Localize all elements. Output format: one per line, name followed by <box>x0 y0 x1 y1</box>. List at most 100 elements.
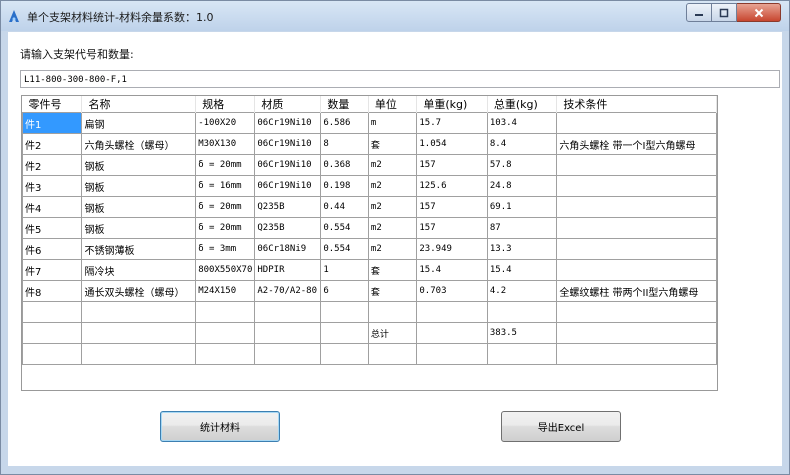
table-cell[interactable]: 1 <box>320 259 369 281</box>
table-cell[interactable]: 件1 <box>22 112 83 134</box>
table-cell[interactable]: 件5 <box>22 217 83 239</box>
table-cell[interactable]: 157 <box>416 196 488 218</box>
table-cell[interactable] <box>254 301 322 323</box>
table-cell[interactable]: δ = 20mm <box>195 196 256 218</box>
table-cell[interactable] <box>556 259 717 281</box>
table-cell[interactable]: 4.2 <box>486 280 558 302</box>
table-cell[interactable] <box>416 322 488 344</box>
table-cell[interactable]: 103.4 <box>486 112 558 134</box>
table-cell[interactable]: 0.368 <box>320 154 369 176</box>
table-row[interactable]: 件6 不锈钢薄板 δ = 3mm 06Cr18Ni9 0.554 m2 23.949 13.3 <box>22 238 717 260</box>
table-cell[interactable]: 06Cr19Ni10 <box>254 133 322 155</box>
close-button[interactable] <box>737 3 781 22</box>
table-cell[interactable]: 6.586 <box>320 112 369 134</box>
table-cell[interactable] <box>556 154 717 176</box>
table-cell[interactable]: 钢板 <box>81 154 197 176</box>
table-cell[interactable]: HDPIR <box>254 259 322 281</box>
column-header[interactable]: 单位 <box>368 96 418 113</box>
table-cell[interactable]: 125.6 <box>416 175 488 197</box>
column-header[interactable]: 材质 <box>254 96 322 113</box>
table-cell[interactable]: δ = 20mm <box>195 217 256 239</box>
table-cell[interactable]: A2-70/A2-80 <box>254 280 322 302</box>
table-cell[interactable] <box>556 301 717 323</box>
title-bar[interactable]: 单个支架材料统计-材料余量系数：1.0 <box>1 1 789 31</box>
table-cell[interactable]: 1.054 <box>416 133 488 155</box>
column-header[interactable]: 单重(kg) <box>416 96 488 113</box>
table-cell[interactable]: m2 <box>367 217 418 239</box>
table-cell[interactable]: 0.554 <box>320 217 369 239</box>
table-cell[interactable]: m2 <box>367 154 418 176</box>
table-cell[interactable] <box>81 322 197 344</box>
table-cell[interactable]: Q235B <box>254 196 322 218</box>
table-cell[interactable] <box>320 343 369 365</box>
table-row[interactable]: 件5 钢板 δ = 20mm Q235B 0.554 m2 157 87 <box>22 217 717 239</box>
table-cell[interactable]: 87 <box>486 217 558 239</box>
table-row[interactable] <box>22 343 717 365</box>
table-cell[interactable] <box>367 301 418 323</box>
table-cell[interactable]: 件2 <box>22 133 83 155</box>
table-cell[interactable]: 15.4 <box>416 259 488 281</box>
table-cell[interactable]: 件8 <box>22 280 83 302</box>
table-cell[interactable]: -100X20 <box>195 112 256 134</box>
table-cell[interactable] <box>367 343 418 365</box>
table-cell[interactable]: 0.554 <box>320 238 369 260</box>
table-cell[interactable]: 24.8 <box>486 175 558 197</box>
table-row[interactable]: 件4 钢板 δ = 20mm Q235B 0.44 m2 157 69.1 <box>22 196 717 218</box>
minimize-button[interactable] <box>686 3 712 22</box>
table-cell[interactable] <box>556 238 717 260</box>
table-cell[interactable] <box>254 322 322 344</box>
table-row[interactable]: 件2 钢板 δ = 20mm 06Cr19Ni10 0.368 m2 157 57.8 <box>22 154 717 176</box>
table-cell[interactable]: 06Cr18Ni9 <box>254 238 322 260</box>
table-cell[interactable]: 69.1 <box>486 196 558 218</box>
table-cell[interactable]: 23.949 <box>416 238 488 260</box>
table-cell[interactable]: 157 <box>416 154 488 176</box>
table-cell[interactable]: M30X130 <box>195 133 256 155</box>
table-cell[interactable]: 件7 <box>22 259 83 281</box>
table-cell[interactable]: 件2 <box>22 154 83 176</box>
export-excel-button[interactable]: 导出Excel <box>501 411 621 442</box>
table-cell[interactable]: 800X550X70 <box>195 259 256 281</box>
table-cell[interactable]: 套 <box>367 133 418 155</box>
table-cell[interactable] <box>195 322 256 344</box>
table-cell[interactable]: 06Cr19Ni10 <box>254 112 322 134</box>
table-cell[interactable] <box>22 343 83 365</box>
table-cell[interactable] <box>556 322 717 344</box>
table-cell[interactable] <box>556 112 717 134</box>
table-cell[interactable]: 总计 <box>367 322 418 344</box>
table-cell[interactable]: 13.3 <box>486 238 558 260</box>
table-cell[interactable]: 六角头螺栓（螺母） <box>81 133 197 155</box>
table-cell[interactable]: 通长双头螺栓（螺母） <box>81 280 197 302</box>
table-row[interactable]: 总计 383.5 <box>22 322 717 344</box>
table-cell[interactable] <box>81 301 197 323</box>
column-header[interactable]: 技术条件 <box>556 96 717 113</box>
table-cell[interactable]: 套 <box>367 280 418 302</box>
table-cell[interactable]: 57.8 <box>486 154 558 176</box>
table-cell[interactable]: Q235B <box>254 217 322 239</box>
table-row[interactable]: 件1 扁钢 -100X20 06Cr19Ni10 6.586 m 15.7 103.4 <box>22 112 717 134</box>
table-cell[interactable]: 8.4 <box>486 133 558 155</box>
column-header[interactable]: 总重(kg) <box>487 96 558 113</box>
table-cell[interactable]: 15.4 <box>486 259 558 281</box>
table-cell[interactable] <box>22 301 83 323</box>
maximize-button[interactable] <box>712 3 737 22</box>
table-cell[interactable]: 扁钢 <box>81 112 197 134</box>
table-cell[interactable]: 8 <box>320 133 369 155</box>
table-cell[interactable]: 六角头螺栓 带一个I型六角螺母 <box>556 133 717 155</box>
column-header[interactable]: 数量 <box>320 96 369 113</box>
table-cell[interactable]: 套 <box>367 259 418 281</box>
table-cell[interactable]: 383.5 <box>486 322 558 344</box>
table-cell[interactable]: 隔冷块 <box>81 259 197 281</box>
table-cell[interactable] <box>556 343 717 365</box>
table-cell[interactable] <box>320 322 369 344</box>
table-cell[interactable] <box>556 175 717 197</box>
bracket-code-input[interactable]: L11-800-300-800-F,1 <box>20 70 780 88</box>
table-cell[interactable]: 06Cr19Ni10 <box>254 175 322 197</box>
table-row[interactable] <box>22 301 717 323</box>
table-cell[interactable] <box>486 301 558 323</box>
table-cell[interactable]: 钢板 <box>81 196 197 218</box>
table-cell[interactable]: 0.198 <box>320 175 369 197</box>
table-cell[interactable] <box>556 217 717 239</box>
table-cell[interactable] <box>486 343 558 365</box>
table-cell[interactable]: M24X150 <box>195 280 256 302</box>
table-cell[interactable]: m <box>367 112 418 134</box>
